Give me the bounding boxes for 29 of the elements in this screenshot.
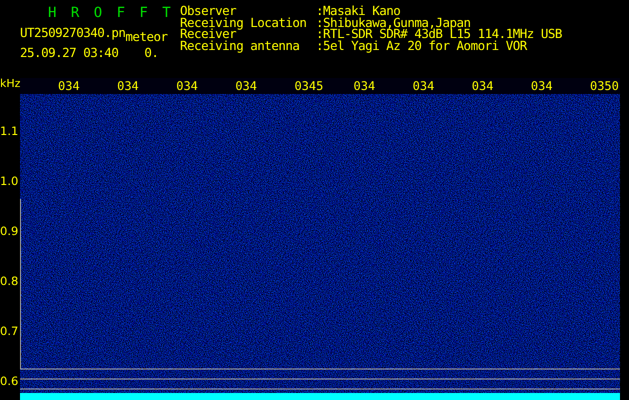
axis-label: 1.1 xyxy=(0,125,20,137)
timestamp: 25.09.27 03:40 xyxy=(20,46,118,60)
info-value: :Shibukawa,Gunma,Japan xyxy=(316,16,472,28)
event-count: 0. xyxy=(144,46,158,60)
info-value: :RTL-SDR SDR# 43dB L15 114.1MHz USB xyxy=(316,28,562,40)
time-label: 034 xyxy=(235,78,258,94)
axis-label: 0.9 xyxy=(0,225,20,237)
time-label: 034 xyxy=(412,78,436,94)
time-label: 034 xyxy=(117,78,140,94)
info-label: Observer xyxy=(180,5,236,16)
info-label: Receiving antenna xyxy=(180,40,300,51)
info-label: Receiver xyxy=(180,28,236,40)
file-name: UT2509270340.pn xyxy=(20,26,126,40)
app-title: H R O F F T xyxy=(48,4,174,22)
time-label: 034 xyxy=(530,78,554,94)
axis-label: 0.7 xyxy=(0,325,20,337)
time-label: 034 xyxy=(176,78,199,94)
info-value: :Masaki Kano xyxy=(316,5,400,16)
event-type: meteor xyxy=(125,30,168,44)
info-label: Receiving Location xyxy=(180,16,308,28)
info-value: :5el Yagi Az 20 for Aomori VOR xyxy=(316,40,528,51)
time-label: 034 xyxy=(472,78,494,94)
time-label: 034 xyxy=(58,78,81,94)
axis-label: 1.0 xyxy=(0,175,20,187)
unit-label: kHz xyxy=(0,78,20,90)
axis-label: 0.6 xyxy=(0,375,20,387)
time-label: 034 xyxy=(354,78,376,94)
axis-label: 0.8 xyxy=(0,275,20,287)
time-label: 0350 xyxy=(590,78,620,94)
